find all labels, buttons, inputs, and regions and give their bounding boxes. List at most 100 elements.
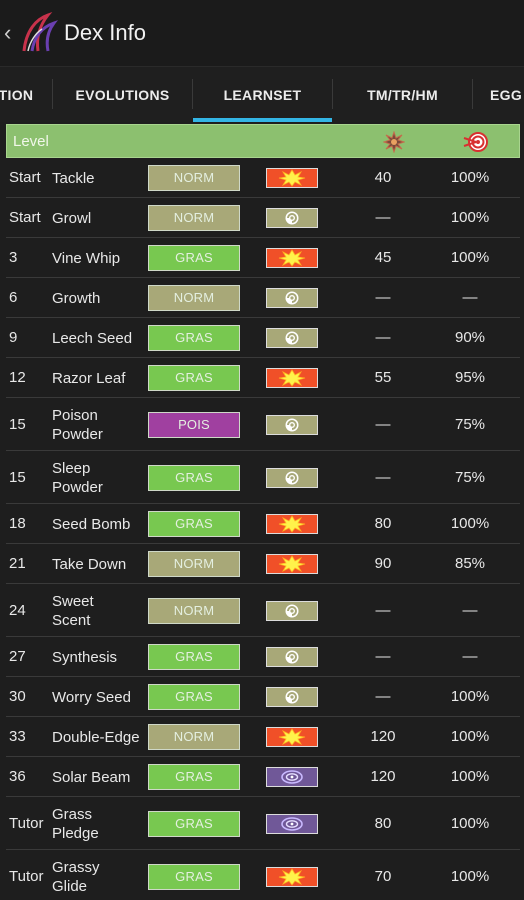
move-accuracy: 100% [450,768,490,785]
move-name: Solar Beam [52,769,131,786]
type-badge[interactable]: GRAS [148,810,240,837]
tab-learnset[interactable]: LEARNSET [193,67,332,123]
move-name: Seed Bomb [52,516,131,533]
move-row[interactable]: Tutor Grassy Glide GRAS 70 100% [6,850,520,900]
physical-category-icon[interactable] [266,368,318,388]
move-name: Sweet Scent [52,592,94,629]
move-row[interactable]: Tutor Grass Pledge GRAS 80 100% [6,797,520,850]
move-row[interactable]: 30 Worry Seed GRAS — 100% [6,677,520,717]
move-power: 120 [370,728,396,745]
move-accuracy: 100% [450,209,490,226]
physical-category-icon[interactable] [266,727,318,747]
move-level: 33 [9,728,26,745]
status-category-icon[interactable] [266,600,318,621]
move-row[interactable]: Start Tackle NORM 40 100% [6,158,520,198]
type-badge[interactable]: GRAS [148,764,240,790]
physical-category-icon[interactable] [266,554,318,574]
move-row[interactable]: 21 Take Down NORM 90 85% [6,544,520,584]
move-row[interactable]: 15 Poison Powder POIS — 75% [6,398,520,451]
app-logo-icon[interactable] [18,11,58,55]
type-badge[interactable]: NORM [148,285,240,311]
move-name: Vine Whip [52,250,121,267]
move-name: Growl [52,210,92,227]
move-row[interactable]: 15 Sleep Powder GRAS — 75% [6,451,520,504]
move-power: 120 [370,768,396,785]
move-row[interactable]: 6 Growth NORM — — [6,278,520,318]
level-column-header[interactable]: Level [13,133,49,150]
move-accuracy: — [462,601,478,619]
type-badge[interactable]: POIS [148,411,240,438]
move-accuracy: 90% [454,329,486,346]
tab-divider [472,79,473,109]
type-badge[interactable]: GRAS [148,325,240,351]
back-icon[interactable]: ‹ [4,22,18,44]
move-row[interactable]: 12 Razor Leaf GRAS 55 95% [6,358,520,398]
tab-info[interactable]: TION [0,67,36,123]
type-badge[interactable]: NORM [148,165,240,191]
status-category-icon[interactable] [266,208,318,228]
move-level: 15 [9,468,26,486]
tab-evolutions[interactable]: EVOLUTIONS [53,67,192,123]
move-name: Worry Seed [52,689,131,706]
move-accuracy: — [462,289,478,306]
type-badge[interactable]: GRAS [148,863,240,890]
move-level: 9 [9,329,18,346]
move-row[interactable]: Start Growl NORM — 100% [6,198,520,238]
move-name: Take Down [52,556,127,573]
move-power: — [375,415,391,433]
move-row[interactable]: 3 Vine Whip GRAS 45 100% [6,238,520,278]
type-badge[interactable]: GRAS [148,464,240,491]
special-category-icon[interactable] [266,813,318,834]
move-row[interactable]: 18 Seed Bomb GRAS 80 100% [6,504,520,544]
move-level: 18 [9,515,26,532]
power-icon[interactable] [383,131,405,153]
status-category-icon[interactable] [266,414,318,435]
move-power: — [375,209,391,226]
accuracy-icon[interactable] [462,131,488,153]
move-power: 45 [374,249,392,266]
move-name: Tackle [52,170,95,187]
status-category-icon[interactable] [266,687,318,707]
move-level: 15 [9,415,26,433]
special-category-icon[interactable] [266,767,318,787]
move-accuracy: 85% [454,555,486,572]
move-accuracy: 100% [450,688,490,705]
app-bar: ‹ Dex Info [0,0,524,66]
move-power: 80 [374,515,392,532]
physical-category-icon[interactable] [266,248,318,268]
tab-tm-tr-hm[interactable]: TM/TR/HM [333,67,472,123]
move-row[interactable]: 9 Leech Seed GRAS — 90% [6,318,520,358]
physical-category-icon[interactable] [266,514,318,534]
type-badge[interactable]: NORM [148,551,240,577]
move-accuracy: 100% [450,814,490,832]
status-category-icon[interactable] [266,467,318,488]
physical-category-icon[interactable] [266,168,318,188]
move-row[interactable]: 27 Synthesis GRAS — — [6,637,520,677]
type-badge[interactable]: NORM [148,724,240,750]
learnset-table: Level Start Tackle NORM 40 100% Start Growl NOR… [6,124,520,900]
physical-category-icon[interactable] [266,866,318,887]
type-badge[interactable]: GRAS [148,365,240,391]
type-badge[interactable]: NORM [148,205,240,231]
move-list: Start Tackle NORM 40 100% Start Growl NORM — 100%… [6,158,520,900]
status-category-icon[interactable] [266,328,318,348]
type-badge[interactable]: GRAS [148,511,240,537]
move-row[interactable]: 36 Solar Beam GRAS 120 100% [6,757,520,797]
status-category-icon[interactable] [266,647,318,667]
move-power: — [375,329,391,346]
move-accuracy: 95% [454,369,486,386]
type-badge[interactable]: GRAS [148,684,240,710]
tab-egg[interactable]: EGG [490,67,524,123]
move-row[interactable]: 33 Double-Edge NORM 120 100% [6,717,520,757]
type-badge[interactable]: NORM [148,597,240,624]
move-accuracy: 100% [450,728,490,745]
status-category-icon[interactable] [266,288,318,308]
tab-bar: TION EVOLUTIONS LEARNSET TM/TR/HM EGG [0,66,524,122]
type-badge[interactable]: GRAS [148,245,240,271]
type-badge[interactable]: GRAS [148,644,240,670]
move-level: 36 [9,768,26,785]
move-accuracy: — [462,648,478,665]
move-name: Leech Seed [52,330,133,347]
move-row[interactable]: 24 Sweet Scent NORM — — [6,584,520,637]
move-level: 3 [9,249,18,266]
